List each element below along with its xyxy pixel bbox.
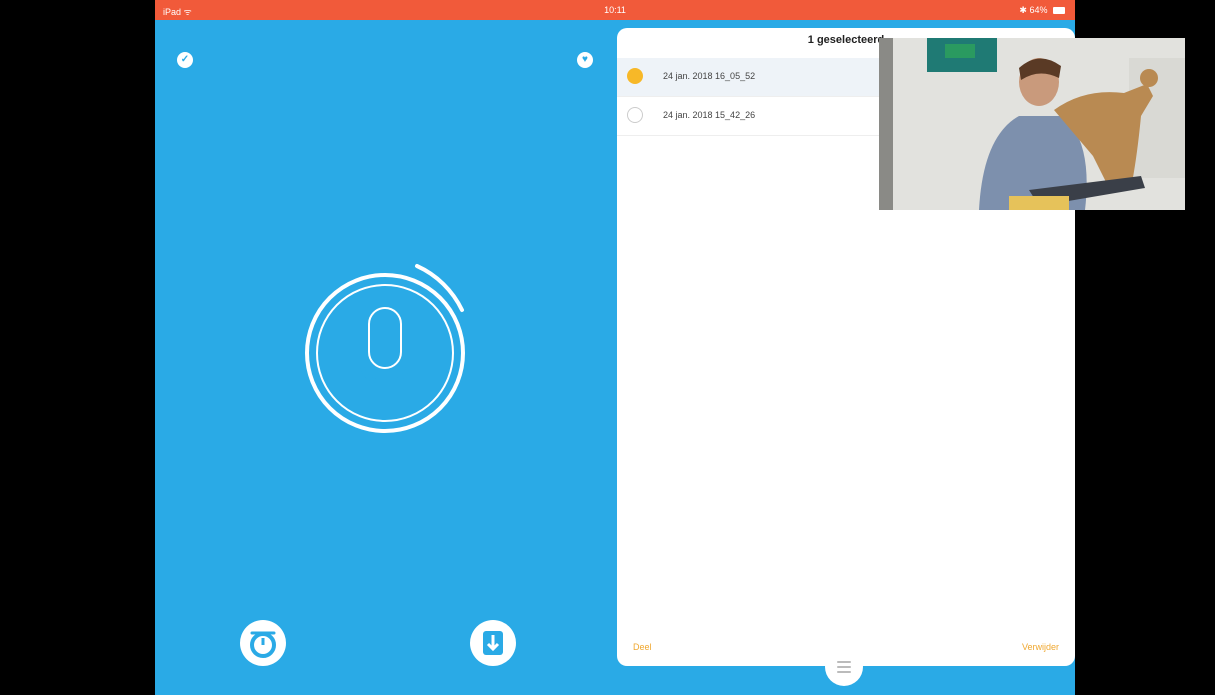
import-button[interactable] (470, 620, 516, 666)
selected-check-icon[interactable] (627, 68, 643, 84)
status-battery: ✱ 64% (1019, 5, 1065, 16)
microphone-icon (305, 264, 465, 433)
share-button[interactable]: Deel (633, 642, 652, 652)
battery-percent: ✱ 64% (1019, 5, 1048, 15)
menu-handle-button[interactable] (825, 648, 863, 686)
heart-circle-icon[interactable]: ♥ (577, 52, 593, 68)
recording-label: 24 jan. 2018 15_42_26 (663, 110, 756, 120)
import-icon (483, 631, 503, 655)
battery-icon (1053, 7, 1065, 15)
delete-button[interactable]: Verwijder (1022, 642, 1059, 652)
timer-button[interactable] (240, 620, 286, 666)
webcam-overlay (879, 38, 1185, 210)
check-circle-icon[interactable]: ✓ (177, 52, 193, 68)
timer-icon (250, 631, 276, 658)
menu-icon (837, 661, 851, 676)
webcam-image (879, 38, 1185, 210)
record-button[interactable] (290, 258, 480, 448)
status-bar: iPad ᯤ 10:11 ✱ 64% (155, 0, 1075, 20)
recorder-panel: ✓ ♥ (155, 28, 615, 695)
recording-label: 24 jan. 2018 16_05_52 (663, 71, 756, 81)
status-time: 10:11 (604, 5, 626, 15)
unselected-circle-icon[interactable] (627, 107, 643, 123)
